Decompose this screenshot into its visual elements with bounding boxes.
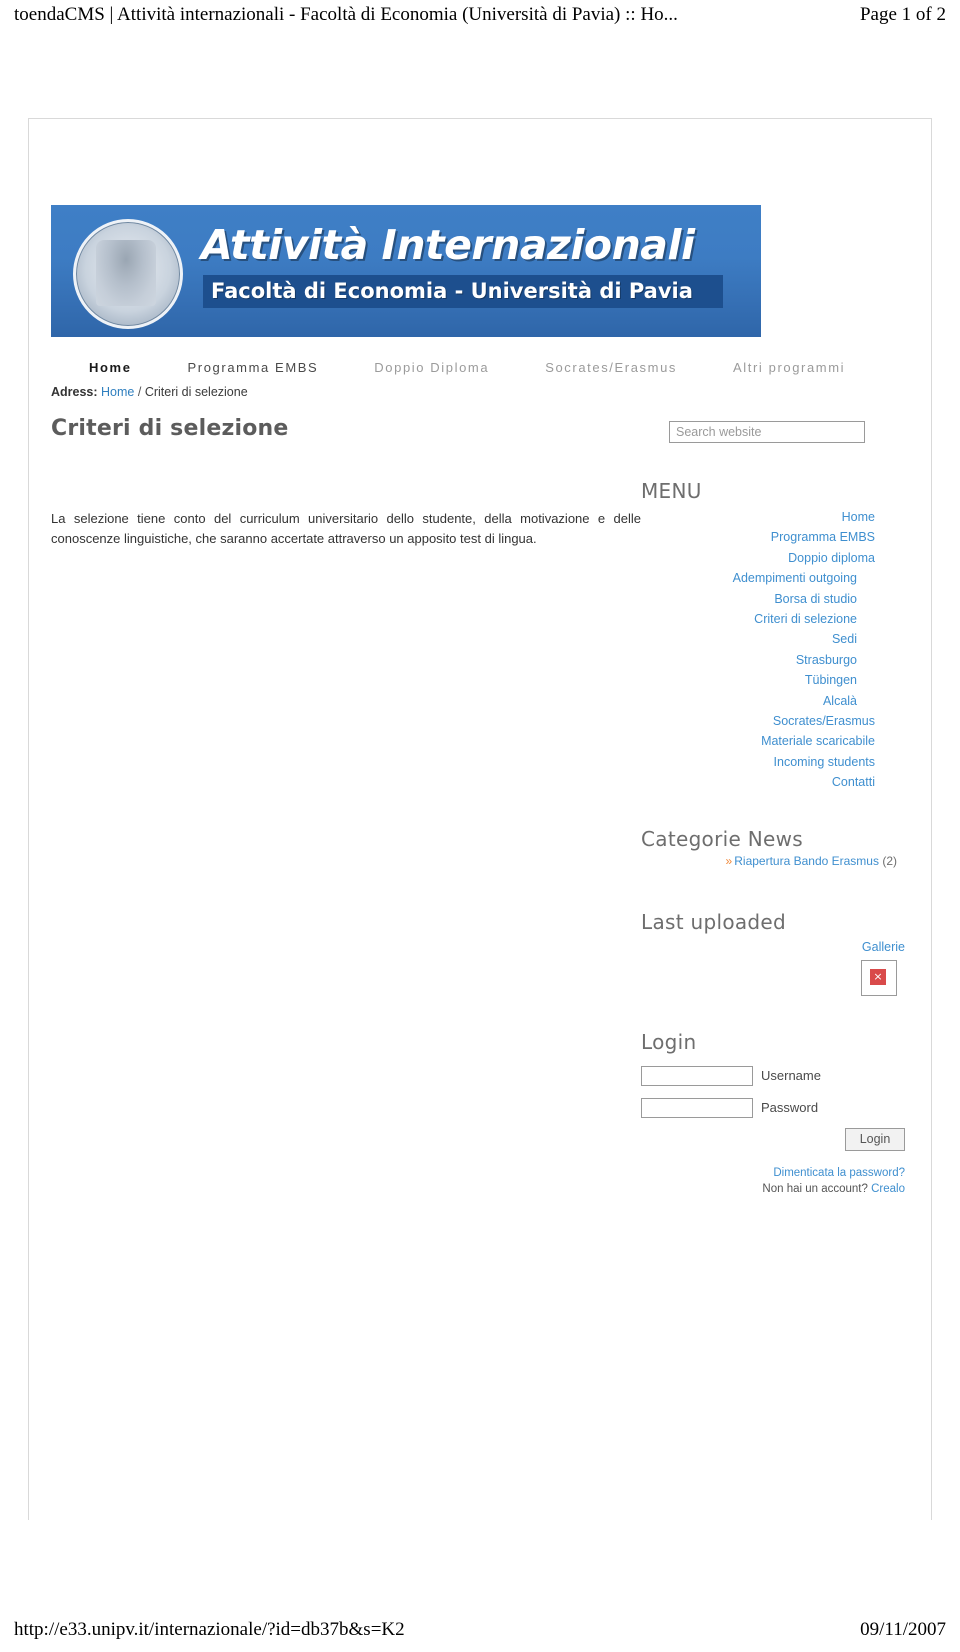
print-footer-date: 09/11/2007 [860,1619,946,1640]
news-category-item[interactable]: » Riapertura Bando Erasmus (2) [641,854,905,868]
login-links: Dimenticata la password? Non hai un acco… [641,1165,905,1197]
sidebar-item-contatti[interactable]: Contatti [641,772,905,792]
sidebar-item-sedi[interactable]: Sedi [641,629,905,649]
top-navigation: Home Programma EMBS Doppio Diploma Socra… [89,355,889,379]
sidebar-item-borsa-di-studio[interactable]: Borsa di studio [641,589,905,609]
create-account-link[interactable]: Crealo [871,1183,905,1195]
news-category-count: (2) [882,853,897,868]
sidebar-item-home[interactable]: Home [641,507,905,527]
sidebar-item-doppio-diploma[interactable]: Doppio diploma [641,548,905,568]
banner-subtitle: Facoltà di Economia - Università di Pavi… [203,275,723,308]
news-categories-heading: Categorie News [641,826,803,851]
sidebar-item-alcala[interactable]: Alcalà [641,691,905,711]
search-input[interactable] [669,421,865,443]
breadcrumb: Adress: Home / Criteri di selezione [51,385,248,399]
print-header: toendaCMS | Attività internazionali - Fa… [0,0,960,30]
password-row: Password [641,1097,905,1118]
sidebar-menu: Home Programma EMBS Doppio diploma Ademp… [641,507,905,793]
breadcrumb-current: Criteri di selezione [144,385,248,399]
sidebar-item-incoming-students[interactable]: Incoming students [641,752,905,772]
breadcrumb-separator: / [137,385,142,399]
sidebar-item-programma-embs[interactable]: Programma EMBS [641,527,905,547]
login-heading: Login [641,1029,697,1054]
forgot-password-link[interactable]: Dimenticata la password? [773,1167,905,1179]
sidebar-item-materiale-scaricabile[interactable]: Materiale scaricabile [641,731,905,751]
breadcrumb-label: Adress: [51,385,98,399]
university-seal-icon [73,219,183,329]
username-row: Username [641,1065,905,1086]
sidebar-item-socrates-erasmus[interactable]: Socrates/Erasmus [641,711,905,731]
page-title: Criteri di selezione [51,416,289,441]
sidebar-item-adempimenti-outgoing[interactable]: Adempimenti outgoing [641,568,905,588]
last-uploaded-heading: Last uploaded [641,909,787,934]
right-column: MENU Home Programma EMBS Doppio diploma … [641,479,905,1197]
sidebar-item-tubingen[interactable]: Tübingen [641,670,905,690]
nav-item-home[interactable]: Home [89,360,132,375]
print-header-page: Page 1 of 2 [859,4,946,25]
news-bullet-icon: » [725,853,733,868]
nav-item-socrates-erasmus[interactable]: Socrates/Erasmus [545,360,677,375]
page-canvas: Attività Internazionali Facoltà di Econo… [28,118,932,1520]
breadcrumb-link-home[interactable]: Home [101,385,134,399]
nav-item-altri-programmi[interactable]: Altri programmi [733,360,845,375]
banner-title: Attività Internazionali [201,221,695,269]
no-account-text: Non hai un account? [762,1182,868,1195]
article-paragraph: La selezione tiene conto del curriculum … [51,511,641,547]
print-footer-url: http://e33.unipv.it/internazionale/?id=d… [14,1619,405,1640]
sidebar-item-strasburgo[interactable]: Strasburgo [641,650,905,670]
gallery-link[interactable]: Gallerie [641,940,905,954]
print-footer: http://e33.unipv.it/internazionale/?id=d… [0,1616,960,1644]
nav-item-programma-embs[interactable]: Programma EMBS [188,360,319,375]
username-field[interactable] [641,1065,753,1086]
login-button[interactable]: Login [845,1127,905,1151]
site-banner: Attività Internazionali Facoltà di Econo… [51,205,761,337]
username-label: Username [761,1068,821,1084]
print-header-title: toendaCMS | Attività internazionali - Fa… [14,4,678,25]
menu-heading: MENU [641,479,702,503]
sidebar-item-criteri-di-selezione[interactable]: Criteri di selezione [641,609,905,629]
nav-item-doppio-diploma[interactable]: Doppio Diploma [374,360,489,375]
password-label: Password [761,1100,819,1116]
broken-image-icon: × [861,959,897,996]
news-category-label[interactable]: Riapertura Bando Erasmus [734,854,879,868]
broken-image-glyph: × [870,968,886,985]
password-field[interactable] [641,1097,753,1118]
